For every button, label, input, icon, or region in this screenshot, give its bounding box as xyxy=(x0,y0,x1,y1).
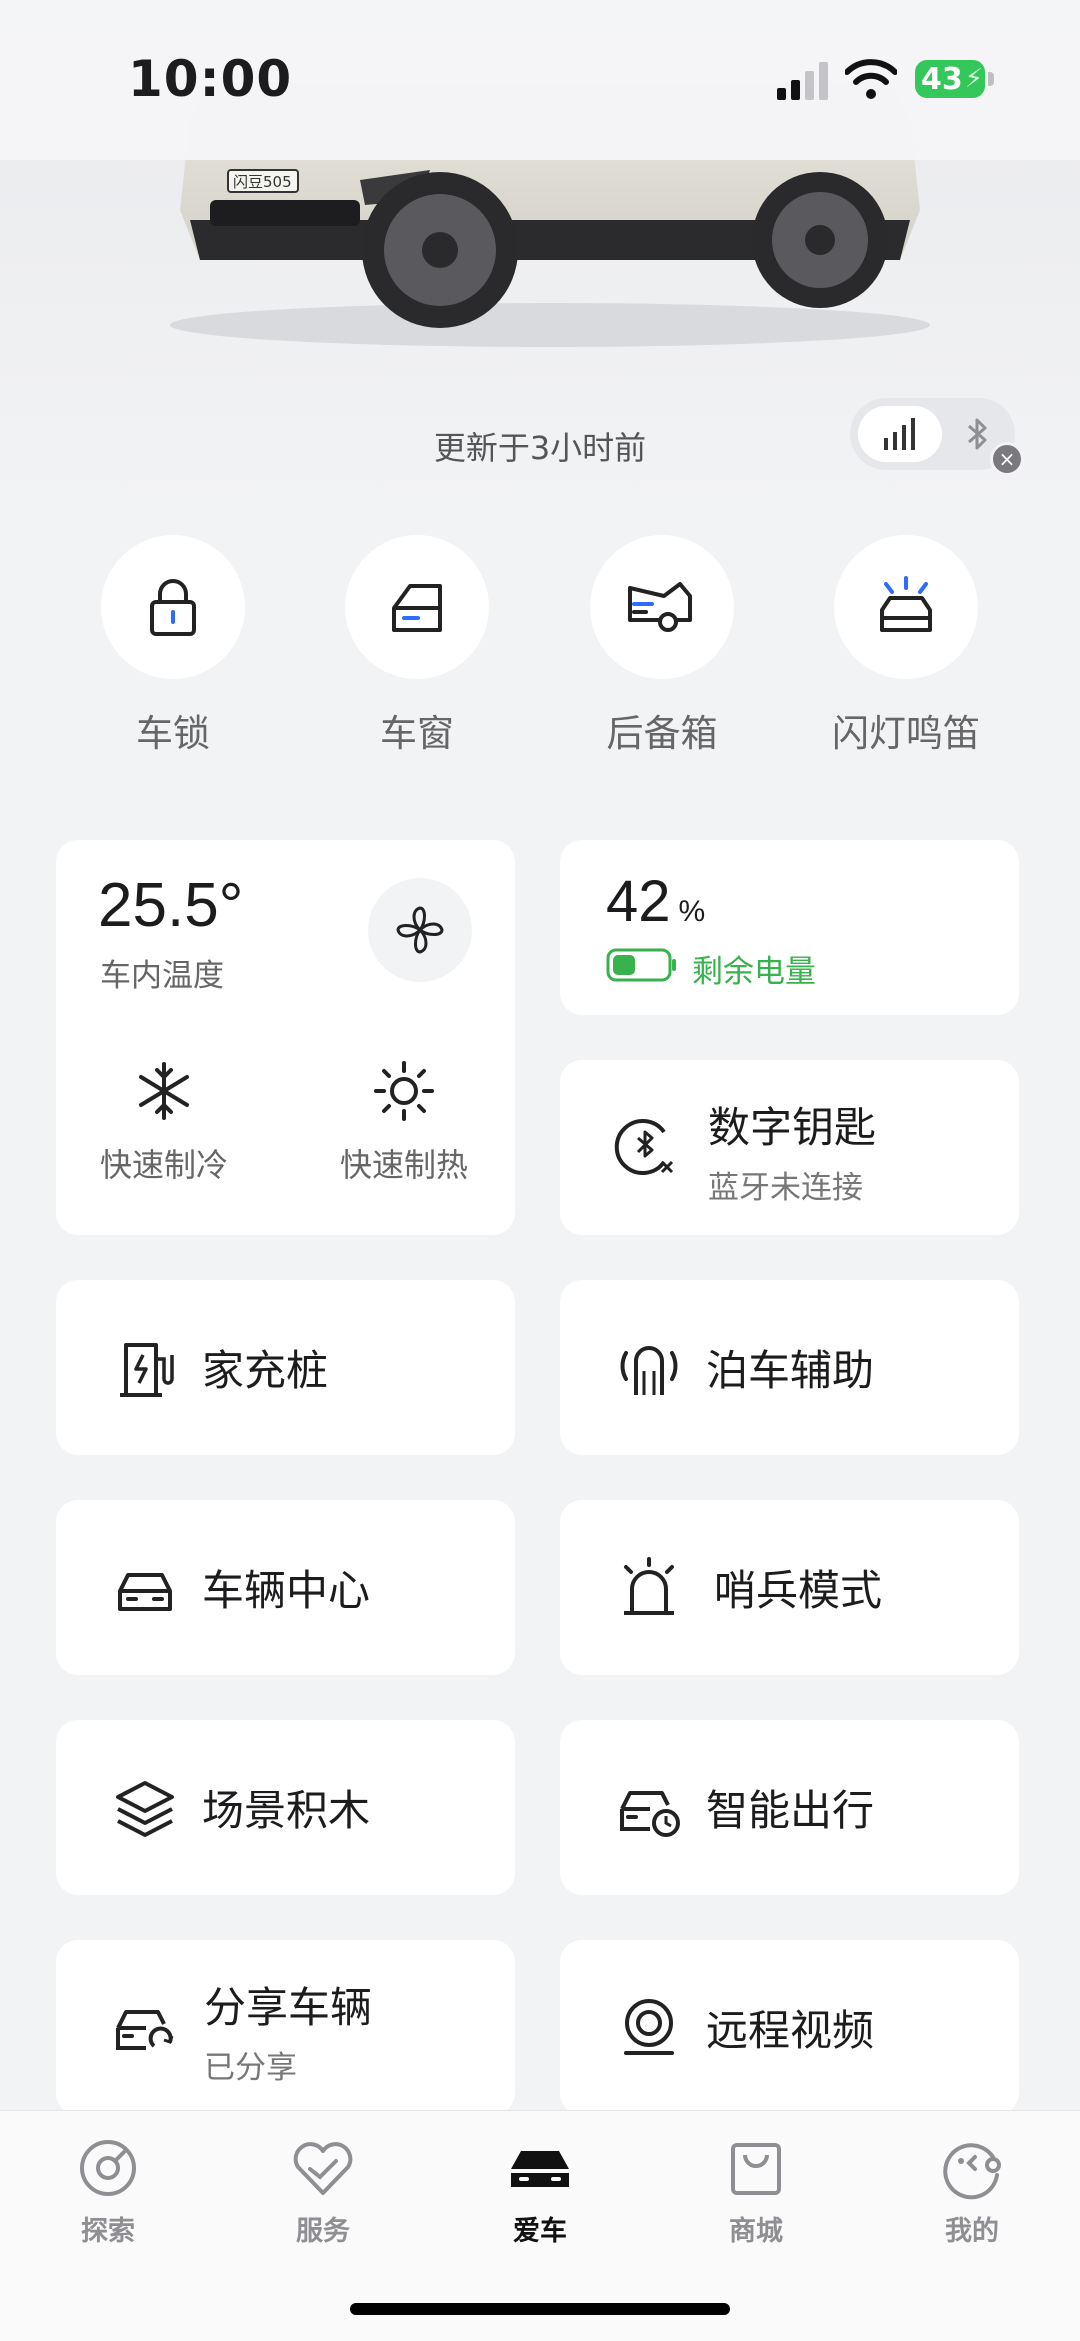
flash-horn-button[interactable] xyxy=(834,535,978,679)
tab-car[interactable]: 爱车 xyxy=(460,2135,620,2248)
climate-card[interactable]: 25.5° 车内温度 快速制冷 快速制热 xyxy=(56,840,515,1235)
tab-profile-label: 我的 xyxy=(945,2216,999,2247)
battery-icon xyxy=(606,948,676,982)
sun-icon xyxy=(374,1061,434,1121)
battery-percentage: 42% xyxy=(606,868,705,935)
status-time: 10:00 xyxy=(128,50,293,108)
quick-heat-label: 快速制热 xyxy=(339,1146,468,1184)
window-button[interactable] xyxy=(345,535,489,679)
trunk-action[interactable]: 后备箱 xyxy=(562,535,762,757)
share-vehicle-status: 已分享 xyxy=(204,2050,297,2086)
tab-explore[interactable]: 探索 xyxy=(28,2135,188,2248)
share-vehicle-title: 分享车辆 xyxy=(204,1983,373,2032)
wifi-icon xyxy=(845,59,897,99)
digital-key-card[interactable]: 数字钥匙 蓝牙未连接 xyxy=(560,1060,1019,1235)
charging-icon: ⚡ xyxy=(964,64,984,94)
home-indicator xyxy=(350,2303,730,2315)
trunk-icon xyxy=(628,582,692,632)
tab-shop-label: 商城 xyxy=(729,2216,783,2247)
smart-travel-card[interactable]: 智能出行 xyxy=(560,1720,1019,1895)
scene-blocks-label: 场景积木 xyxy=(202,1786,371,1835)
cabin-temperature-label: 车内温度 xyxy=(100,958,224,994)
flash-horn-icon xyxy=(880,576,932,632)
share-vehicle-card[interactable]: 分享车辆 已分享 xyxy=(56,1940,515,2115)
smart-travel-icon xyxy=(620,1790,680,1837)
cabin-temperature: 25.5° xyxy=(98,871,244,940)
charger-icon xyxy=(120,1342,174,1397)
quick-cool-label: 快速制冷 xyxy=(99,1146,228,1184)
remote-video-label: 远程视频 xyxy=(706,2006,875,2055)
parking-assist-label: 泊车辅助 xyxy=(706,1346,875,1395)
quick-cool-button[interactable]: 快速制冷 xyxy=(84,1060,244,1186)
tab-car-label: 爱车 xyxy=(513,2216,567,2247)
lock-label: 车锁 xyxy=(136,712,210,755)
signal-mode-button[interactable] xyxy=(858,406,942,462)
battery-indicator: 43 ⚡ xyxy=(915,60,985,98)
battery-level-text: 43 xyxy=(921,61,963,97)
tab-explore-label: 探索 xyxy=(81,2216,135,2247)
battery-value: 42 xyxy=(606,869,671,934)
digital-key-title: 数字钥匙 xyxy=(708,1103,877,1152)
quick-heat-button[interactable]: 快速制热 xyxy=(324,1060,484,1186)
scene-blocks-card[interactable]: 场景积木 xyxy=(56,1720,515,1895)
vehicle-center-label: 车辆中心 xyxy=(202,1566,371,1615)
tab-profile[interactable]: 我的 xyxy=(892,2135,1052,2248)
quick-actions: 车锁 车窗 后备箱 闪灯鸣笛 xyxy=(0,535,1080,755)
battery-cap xyxy=(988,72,994,86)
sentry-mode-label: 哨兵模式 xyxy=(714,1566,883,1615)
window-icon xyxy=(392,584,442,632)
window-label: 车窗 xyxy=(380,712,454,755)
digital-key-status: 蓝牙未连接 xyxy=(708,1170,863,1206)
trunk-label: 后备箱 xyxy=(606,712,718,755)
battery-label: 剩余电量 xyxy=(692,954,816,990)
shop-icon xyxy=(731,2143,781,2195)
flash-horn-label: 闪灯鸣笛 xyxy=(832,712,980,755)
parking-assist-card[interactable]: 泊车辅助 xyxy=(560,1280,1019,1455)
parking-assist-icon xyxy=(620,1345,678,1395)
home-charger-card[interactable]: 家充桩 xyxy=(56,1280,515,1455)
license-plate: 闪豆505 xyxy=(233,173,292,191)
fan-button[interactable] xyxy=(368,878,472,982)
battery-unit: % xyxy=(678,895,706,928)
profile-icon xyxy=(943,2143,1001,2200)
tab-shop[interactable]: 商城 xyxy=(676,2135,836,2248)
car-icon xyxy=(511,2151,569,2187)
close-connection-button[interactable]: × xyxy=(990,442,1024,476)
vehicle-icon xyxy=(118,1572,172,1611)
remote-video-card[interactable]: 远程视频 xyxy=(560,1940,1019,2115)
vehicle-center-card[interactable]: 车辆中心 xyxy=(56,1500,515,1675)
cellular-signal-icon xyxy=(777,62,828,100)
lock-button[interactable] xyxy=(101,535,245,679)
camera-icon xyxy=(624,1998,674,2055)
flash-horn-action[interactable]: 闪灯鸣笛 xyxy=(806,535,1006,757)
sentry-mode-card[interactable]: 哨兵模式 xyxy=(560,1500,1019,1675)
smart-travel-label: 智能出行 xyxy=(706,1786,875,1835)
home-charger-label: 家充桩 xyxy=(202,1346,329,1395)
fan-icon xyxy=(396,906,444,954)
lock-action[interactable]: 车锁 xyxy=(73,535,273,757)
snowflake-icon xyxy=(139,1062,189,1120)
lock-icon xyxy=(150,579,196,636)
explore-icon xyxy=(80,2140,136,2196)
cellular-signal-icon xyxy=(884,418,915,450)
status-bar: 10:00 43 ⚡ xyxy=(0,0,1080,160)
battery-fill xyxy=(613,955,635,975)
battery-card[interactable]: 42% 剩余电量 xyxy=(560,840,1019,1015)
service-icon xyxy=(293,2142,353,2195)
digital-key-icon xyxy=(614,1119,674,1175)
alarm-icon xyxy=(624,1556,674,1615)
tab-service-label: 服务 xyxy=(296,2216,350,2247)
share-vehicle-icon xyxy=(116,2010,174,2050)
tab-service[interactable]: 服务 xyxy=(243,2135,403,2248)
layers-icon xyxy=(116,1780,174,1837)
window-action[interactable]: 车窗 xyxy=(317,535,517,757)
trunk-button[interactable] xyxy=(590,535,734,679)
